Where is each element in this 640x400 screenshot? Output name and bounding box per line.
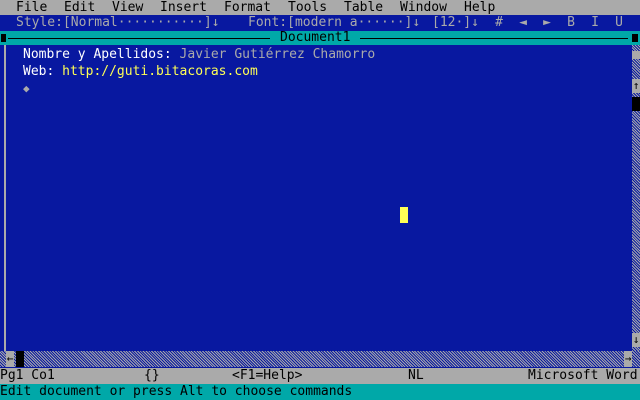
name-label: Nombre y Apellidos: <box>23 47 172 62</box>
menu-edit[interactable]: Edit <box>64 0 95 16</box>
title-line-right <box>360 38 628 39</box>
app-name: Microsoft Word <box>528 368 638 383</box>
end-of-document-mark: ◆ <box>23 82 30 95</box>
vertical-scroll-thumb[interactable] <box>632 97 640 111</box>
braces-indicator: {} <box>144 368 160 383</box>
scroll-top-box[interactable] <box>632 51 640 59</box>
menu-file[interactable]: File <box>16 0 47 16</box>
page-column-indicator: Pg1 Co1 <box>0 368 55 383</box>
bold-button[interactable]: B <box>564 15 578 31</box>
document-title: Document1 <box>276 31 355 45</box>
document-line-1: Nombre y Apellidos: Javier Gutiérrez Cha… <box>23 47 375 63</box>
menu-insert[interactable]: Insert <box>160 0 207 16</box>
style-dropdown[interactable]: Style:[Normal···········]↓ <box>16 15 220 31</box>
help-hint[interactable]: <F1=Help> <box>232 368 302 384</box>
status-bar: Pg1 Co1 {} <F1=Help> NL Microsoft Word <box>0 368 640 384</box>
menu-view[interactable]: View <box>112 0 143 16</box>
window-left-border <box>4 45 6 351</box>
maximize-box[interactable] <box>632 34 638 42</box>
web-label: Web: <box>23 64 55 79</box>
name-value: Javier Gutiérrez Chamorro <box>179 47 376 62</box>
num-lock-indicator: NL <box>408 368 424 383</box>
menu-table[interactable]: Table <box>344 0 383 16</box>
document-area[interactable]: Nombre y Apellidos: Javier Gutiérrez Cha… <box>0 45 632 351</box>
underline-button[interactable]: U <box>612 15 626 31</box>
mouse-cursor <box>400 207 408 223</box>
show-all-button[interactable]: # <box>492 15 506 31</box>
horizontal-scroll-thumb[interactable] <box>16 351 24 367</box>
font-size-dropdown[interactable]: [12·]↓ <box>432 15 479 31</box>
web-url: http://guti.bitacoras.com <box>62 64 258 79</box>
scroll-down-arrow-icon[interactable]: ↓ <box>632 333 640 347</box>
control-menu-box[interactable] <box>1 34 6 42</box>
font-dropdown[interactable]: Font:[modern a······]↓ <box>248 15 420 31</box>
menu-window[interactable]: Window <box>400 0 447 16</box>
vertical-scrollbar[interactable]: ↑ ↓ <box>632 45 640 351</box>
window-title-bar: Document1 <box>0 31 640 45</box>
menu-help[interactable]: Help <box>464 0 495 16</box>
scroll-up-arrow-icon[interactable]: ↑ <box>632 79 640 93</box>
scroll-right-arrow-icon[interactable]: → <box>624 351 632 367</box>
horizontal-scrollbar[interactable]: ← → <box>0 351 640 367</box>
menu-bar: File Edit View Insert Format Tools Table… <box>0 0 640 16</box>
message-line: Edit document or press Alt to choose com… <box>0 384 640 400</box>
indent-right-button[interactable]: ► <box>540 15 554 31</box>
title-line-left <box>8 38 270 39</box>
menu-format[interactable]: Format <box>224 0 271 16</box>
italic-button[interactable]: I <box>588 15 602 31</box>
ribbon: Style:[Normal···········]↓ Font:[modern … <box>0 15 640 31</box>
menu-tools[interactable]: Tools <box>288 0 327 16</box>
scroll-left-arrow-icon[interactable]: ← <box>6 351 14 367</box>
indent-left-button[interactable]: ◄ <box>516 15 530 31</box>
document-line-2: Web: http://guti.bitacoras.com <box>23 64 258 80</box>
